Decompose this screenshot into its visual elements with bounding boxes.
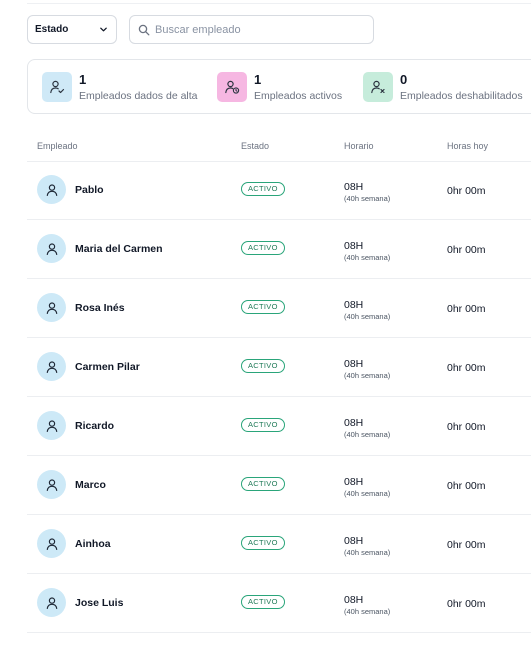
status-badge: ACTIVO [241, 418, 285, 432]
schedule-hours: 08H [344, 594, 364, 606]
table-row[interactable]: Marco ACTIVO 08H (40h semana) 0hr 00m [27, 456, 531, 515]
employee-name[interactable]: Rosa Inés [75, 302, 125, 314]
status-badge: ACTIVO [241, 477, 285, 491]
hours-today: 0hr 00m [447, 303, 486, 315]
hours-today: 0hr 00m [447, 539, 486, 551]
column-header-employee[interactable]: Empleado [37, 141, 78, 151]
search-input[interactable] [155, 21, 365, 39]
employee-name[interactable]: Jose Luis [75, 597, 123, 609]
employee-name[interactable]: Pablo [75, 184, 104, 196]
avatar [37, 411, 66, 440]
top-divider [27, 0, 531, 4]
stat-label: Empleados deshabilitados [400, 90, 523, 102]
avatar [37, 588, 66, 617]
column-header-hours-today[interactable]: Horas hoy [447, 141, 488, 151]
user-icon [46, 360, 57, 373]
user-clock-icon [225, 80, 240, 94]
table-row[interactable]: Rosa Inés ACTIVO 08H (40h semana) 0hr 00… [27, 279, 531, 338]
user-x-icon [371, 80, 385, 94]
hours-today: 0hr 00m [447, 362, 486, 374]
stat-icon-box [217, 72, 247, 102]
status-badge: ACTIVO [241, 359, 285, 373]
table-row[interactable]: Maria del Carmen ACTIVO 08H (40h semana)… [27, 220, 531, 279]
schedule-hours: 08H [344, 240, 364, 252]
stat-icon-box [42, 72, 72, 102]
stat-icon-box [363, 72, 393, 102]
employee-name[interactable]: Carmen Pilar [75, 361, 140, 373]
user-icon [46, 419, 57, 432]
employee-name[interactable]: Ricardo [75, 420, 114, 432]
stat-value: 1 [79, 72, 87, 87]
table-row[interactable]: Ricardo ACTIVO 08H (40h semana) 0hr 00m [27, 397, 531, 456]
avatar [37, 175, 66, 204]
chevron-down-icon [100, 27, 107, 32]
search-box[interactable] [129, 15, 374, 44]
user-icon [46, 183, 57, 196]
avatar [37, 234, 66, 263]
stats-card: 1 Empleados dados de alta 1 Empleados ac… [27, 59, 531, 114]
search-icon [138, 24, 150, 36]
hours-today: 0hr 00m [447, 244, 486, 256]
user-icon [46, 301, 57, 314]
hours-today: 0hr 00m [447, 185, 486, 197]
stat-label: Empleados activos [254, 90, 343, 102]
stat-value: 1 [254, 72, 262, 87]
table-row[interactable]: Jose Luis ACTIVO 08H (40h semana) 0hr 00… [27, 574, 531, 633]
schedule-hours: 08H [344, 299, 364, 311]
user-icon [46, 242, 57, 255]
hours-today: 0hr 00m [447, 598, 486, 610]
status-badge: ACTIVO [241, 241, 285, 255]
schedule-weekly: (40h semana) [344, 371, 391, 380]
column-header-schedule[interactable]: Horario [344, 141, 374, 151]
stat-value: 0 [400, 72, 408, 87]
avatar [37, 529, 66, 558]
status-badge: ACTIVO [241, 595, 285, 609]
stat-label: Empleados dados de alta [79, 90, 198, 102]
user-check-icon [50, 80, 65, 94]
schedule-weekly: (40h semana) [344, 194, 391, 203]
avatar [37, 470, 66, 499]
employee-name[interactable]: Maria del Carmen [75, 243, 163, 255]
schedule-weekly: (40h semana) [344, 607, 391, 616]
status-filter-select[interactable]: Estado [27, 15, 117, 44]
schedule-hours: 08H [344, 417, 364, 429]
status-badge: ACTIVO [241, 182, 285, 196]
schedule-weekly: (40h semana) [344, 312, 391, 321]
hours-today: 0hr 00m [447, 480, 486, 492]
employee-name[interactable]: Marco [75, 479, 106, 491]
table-row[interactable]: Carmen Pilar ACTIVO 08H (40h semana) 0hr… [27, 338, 531, 397]
schedule-hours: 08H [344, 181, 364, 193]
schedule-weekly: (40h semana) [344, 548, 391, 557]
user-icon [46, 596, 57, 609]
status-badge: ACTIVO [241, 300, 285, 314]
status-badge: ACTIVO [241, 536, 285, 550]
user-icon [46, 537, 57, 550]
avatar [37, 293, 66, 322]
schedule-weekly: (40h semana) [344, 430, 391, 439]
hours-today: 0hr 00m [447, 421, 486, 433]
status-filter-value: Estado [35, 24, 69, 35]
table-header: Empleado Estado Horario Horas hoy [27, 131, 531, 162]
employee-name[interactable]: Ainhoa [75, 538, 111, 550]
schedule-hours: 08H [344, 476, 364, 488]
schedule-weekly: (40h semana) [344, 253, 391, 262]
column-header-status[interactable]: Estado [241, 141, 269, 151]
avatar [37, 352, 66, 381]
schedule-hours: 08H [344, 358, 364, 370]
user-icon [46, 478, 57, 491]
schedule-hours: 08H [344, 535, 364, 547]
table-row[interactable]: Pablo ACTIVO 08H (40h semana) 0hr 00m [27, 161, 531, 220]
schedule-weekly: (40h semana) [344, 489, 391, 498]
table-row[interactable]: Ainhoa ACTIVO 08H (40h semana) 0hr 00m [27, 515, 531, 574]
